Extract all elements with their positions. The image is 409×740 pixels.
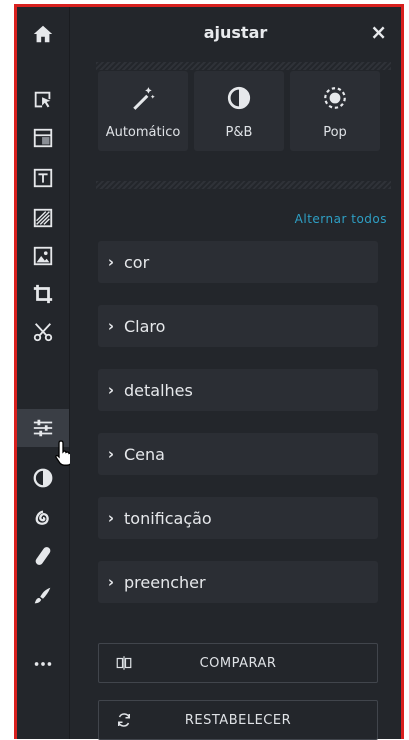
preset-label: Pop <box>323 125 347 140</box>
section-preencher[interactable]: › preencher <box>98 561 378 603</box>
layout-icon[interactable] <box>17 119 69 157</box>
section-label: preencher <box>124 572 206 592</box>
compare-icon <box>116 656 132 670</box>
section-label: cor <box>124 252 150 272</box>
preset-bw[interactable]: P&B <box>194 71 284 151</box>
divider <box>96 181 391 189</box>
section-tonificacao[interactable]: › tonificação <box>98 497 378 539</box>
panel-header: ajustar × <box>70 7 401 62</box>
compare-button[interactable]: COMPARAR <box>98 643 378 683</box>
section-cena[interactable]: › Cena <box>98 433 378 475</box>
refresh-icon <box>118 713 130 727</box>
divider <box>96 62 391 70</box>
tool-sidebar <box>17 7 73 739</box>
section-label: Claro <box>124 316 166 336</box>
bandage-icon[interactable] <box>17 537 69 575</box>
select-icon[interactable] <box>17 81 69 119</box>
magic-wand-icon <box>133 87 155 110</box>
reset-button[interactable]: RESTABELECER <box>98 700 378 740</box>
compare-label: COMPARAR <box>199 655 277 671</box>
section-label: detalhes <box>124 380 193 400</box>
section-claro[interactable]: › Claro <box>98 305 378 347</box>
cut-icon[interactable] <box>17 313 69 351</box>
chevron-right-icon: › <box>107 253 115 271</box>
chevron-right-icon: › <box>107 509 115 527</box>
preset-pop[interactable]: Pop <box>290 71 380 151</box>
preset-label: Automático <box>105 125 181 140</box>
chevron-right-icon: › <box>107 381 115 399</box>
section-detalhes[interactable]: › detalhes <box>98 369 378 411</box>
home-icon[interactable] <box>17 15 69 53</box>
panel-title: ajustar <box>203 23 268 42</box>
brush-icon[interactable] <box>17 577 69 615</box>
image-icon[interactable] <box>17 237 69 275</box>
more-icon[interactable] <box>17 645 69 683</box>
sun-icon <box>324 87 346 109</box>
spiral-icon[interactable] <box>17 499 69 537</box>
app-frame: ajustar × Automático P&B Pop Alternar to… <box>14 4 404 740</box>
preset-label: P&B <box>225 125 253 140</box>
section-label: tonificação <box>124 508 212 528</box>
toggle-all-link[interactable]: Alternar todos <box>295 212 387 226</box>
preset-row: Automático P&B Pop <box>98 71 380 151</box>
half-circle-icon <box>227 86 251 110</box>
chevron-right-icon: › <box>107 317 115 335</box>
reset-label: RESTABELECER <box>184 712 292 728</box>
crop-icon[interactable] <box>17 275 69 313</box>
chevron-right-icon: › <box>107 573 115 591</box>
chevron-right-icon: › <box>107 445 115 463</box>
section-cor[interactable]: › cor <box>98 241 378 283</box>
close-button[interactable]: × <box>370 20 387 44</box>
preset-auto[interactable]: Automático <box>98 71 188 151</box>
adjust-panel: ajustar × Automático P&B Pop Alternar to… <box>70 7 401 740</box>
text-icon[interactable] <box>17 159 69 197</box>
section-label: Cena <box>124 444 165 464</box>
pattern-icon[interactable] <box>17 199 69 237</box>
